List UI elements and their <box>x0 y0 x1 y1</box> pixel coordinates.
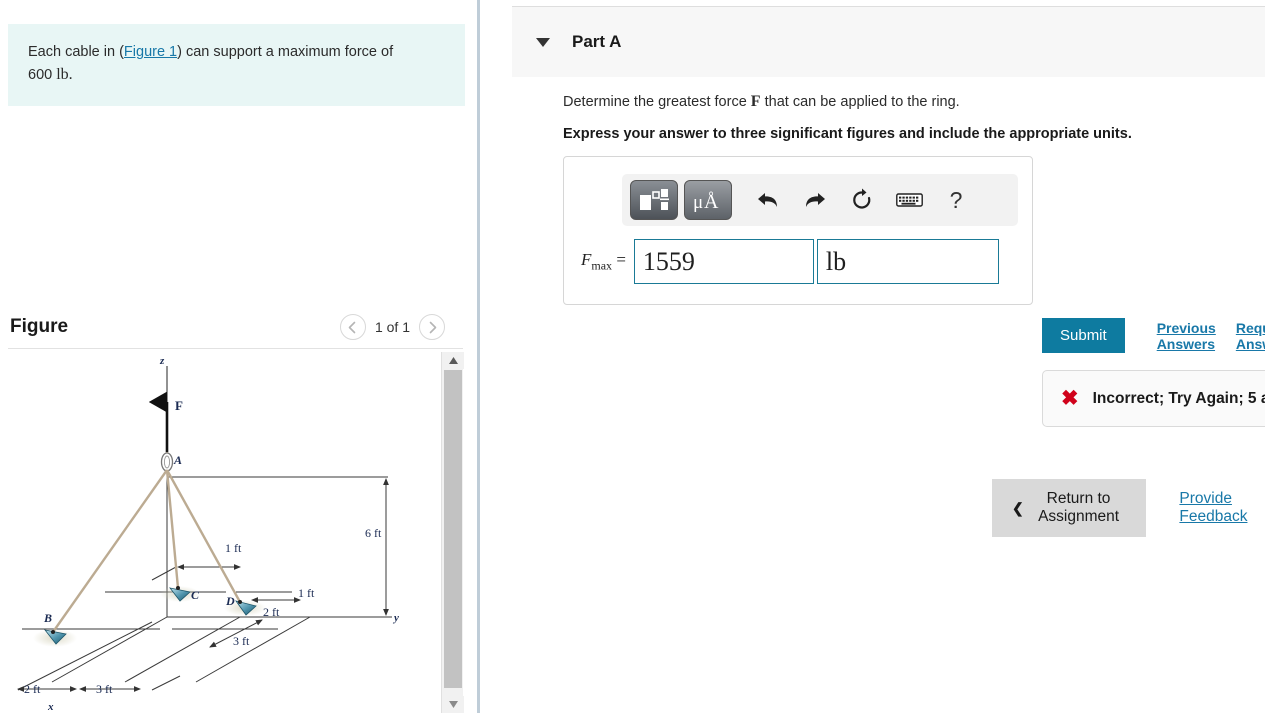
bottom-actions-row: ❮ Return to Assignment Provide Feedback <box>992 479 1265 537</box>
undo-button[interactable] <box>746 180 790 220</box>
figure-scroll-down-button[interactable] <box>442 696 464 713</box>
caret-down-icon[interactable] <box>536 37 550 47</box>
redo-button[interactable] <box>793 180 837 220</box>
problem-statement-box: Each cable in (Figure 1) can support a m… <box>8 24 465 107</box>
question-text: Determine the greatest force F that can … <box>563 93 960 111</box>
x-mark-incorrect-icon: ✖ <box>1061 387 1079 410</box>
figure-next-button[interactable] <box>419 314 445 340</box>
dim-6ft-label: 6 ft <box>365 526 382 540</box>
figure-scroll-thumb[interactable] <box>444 370 462 688</box>
dim-3ft-mid-label: 3 ft <box>233 634 250 648</box>
return-to-assignment-label: Return to Assignment <box>1038 490 1120 525</box>
figure-prev-button[interactable] <box>339 314 366 340</box>
redo-arrow-icon <box>806 193 825 207</box>
return-to-assignment-button[interactable]: ❮ Return to Assignment <box>992 479 1147 537</box>
answer-instruction: Express your answer to three significant… <box>563 126 1132 142</box>
question-text-after: that can be applied to the ring. <box>760 94 960 110</box>
answer-toolbar: μ Å ? <box>622 174 1018 226</box>
problem-statement-text: Each cable in (Figure 1) can support a m… <box>28 42 445 86</box>
question-force-symbol: F <box>750 93 761 110</box>
point-A-label: A <box>173 453 182 467</box>
request-answer-link[interactable]: Request Answer <box>1236 320 1265 352</box>
answer-variable-label: Fmax = <box>581 249 626 273</box>
dim-1ft-top-label: 1 ft <box>225 541 242 555</box>
right-answer-panel: Part A Determine the greatest force F th… <box>480 0 1265 713</box>
help-question-mark-icon: ? <box>949 186 963 213</box>
point-D-label: D <box>225 594 235 608</box>
feedback-message-text: Incorrect; Try Again; 5 attempts remaini… <box>1092 389 1265 407</box>
math-template-icon <box>640 189 669 210</box>
keyboard-button[interactable] <box>887 180 931 220</box>
question-text-before: Determine the greatest force <box>563 94 751 110</box>
answer-input-row: Fmax = <box>581 239 999 284</box>
figure-scroll-up-button[interactable] <box>442 352 464 369</box>
chevron-right-icon <box>429 321 436 333</box>
chevron-left-icon <box>349 321 356 333</box>
submit-row: Submit Previous Answers Request Answer <box>1042 318 1265 353</box>
answer-unit-input[interactable] <box>816 239 999 284</box>
axis-x-label: x <box>47 701 54 713</box>
figure-1-link[interactable]: Figure 1 <box>124 44 177 60</box>
keyboard-icon <box>895 193 923 207</box>
scroll-up-arrow-icon <box>448 357 458 364</box>
units-button[interactable]: μ Å <box>684 180 732 220</box>
figure-counter: 1 of 1 <box>374 319 410 335</box>
problem-text-after: ) can support a maximum force of <box>177 44 394 60</box>
force-F-label: F <box>175 398 183 413</box>
figure-header: Figure 1 of 1 <box>0 305 465 349</box>
problem-force-value: 600 <box>28 67 53 84</box>
reset-circular-arrow-icon <box>853 188 871 209</box>
left-problem-panel: Each cable in (Figure 1) can support a m… <box>0 0 477 713</box>
svg-text:Å: Å <box>704 191 719 213</box>
figure-scrollbar[interactable] <box>441 352 464 713</box>
greek-units-icon: μ Å <box>693 191 719 213</box>
previous-answers-link[interactable]: Previous Answers <box>1157 320 1216 352</box>
feedback-message-box: ✖ Incorrect; Try Again; 5 attempts remai… <box>1042 370 1265 427</box>
scroll-down-arrow-icon <box>448 701 458 708</box>
provide-feedback-link[interactable]: Provide Feedback <box>1179 490 1265 526</box>
undo-arrow-icon <box>758 193 777 207</box>
point-C-label: C <box>191 588 200 602</box>
help-button[interactable]: ? <box>934 180 978 220</box>
reset-button[interactable] <box>840 180 884 220</box>
math-template-button[interactable] <box>630 180 678 220</box>
force-diagram-svg: z F A 6 ft y 1 ft 1 ft 2 ft 3 ft x 2 ft … <box>17 355 399 713</box>
figure-divider <box>8 348 463 349</box>
answer-value-input[interactable] <box>633 239 814 284</box>
dim-2ft-x-label: 2 ft <box>24 682 41 696</box>
axis-z-label: z <box>159 355 165 367</box>
point-B-label: B <box>43 611 52 625</box>
figure-navigation: 1 of 1 <box>339 314 465 340</box>
part-a-header[interactable]: Part A <box>512 6 1265 77</box>
part-a-title: Part A <box>572 32 622 51</box>
dim-1ft-right-label: 1 ft <box>298 586 315 600</box>
svg-text:μ: μ <box>693 192 703 213</box>
problem-text-before: Each cable in ( <box>28 44 124 60</box>
submit-button[interactable]: Submit <box>1042 318 1125 353</box>
figure-viewport[interactable]: z F A 6 ft y 1 ft 1 ft 2 ft 3 ft x 2 ft … <box>0 352 441 713</box>
answer-entry-box: μ Å ? Fmax = 1559 lb <box>563 156 1033 305</box>
dim-3ft-x-label: 3 ft <box>96 682 113 696</box>
figure-title: Figure <box>10 316 69 337</box>
homework-page: Each cable in (Figure 1) can support a m… <box>0 0 1265 713</box>
problem-force-unit: lb. <box>56 66 73 84</box>
axis-y-label: y <box>392 612 399 624</box>
chevron-left-icon: ❮ <box>1012 499 1024 516</box>
